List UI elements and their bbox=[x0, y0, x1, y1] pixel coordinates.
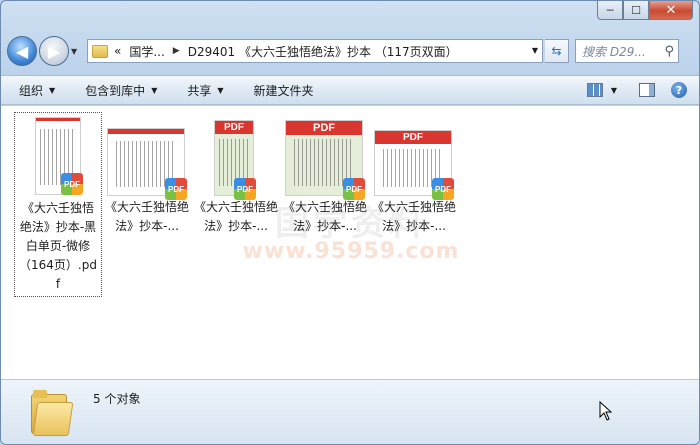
pdf-icon: PDF bbox=[343, 178, 365, 200]
share-button[interactable]: 共享 ▼ bbox=[187, 82, 223, 99]
chevron-down-icon[interactable]: ▼ bbox=[611, 86, 617, 95]
mouse-cursor-icon bbox=[599, 401, 613, 421]
breadcrumb-current-folder[interactable]: D29401 《大六壬独悟绝法》抄本 （117页双面） bbox=[188, 43, 458, 60]
file-item[interactable]: PDF PDF 《大六壬独悟绝法》抄本-... bbox=[281, 112, 369, 238]
recent-pages-dropdown[interactable]: ▼ bbox=[71, 47, 81, 56]
file-item[interactable]: PDF PDF 《大六壬独悟绝法》抄本-... bbox=[370, 112, 458, 238]
share-label: 共享 bbox=[187, 83, 212, 98]
command-bar: 组织 ▼ 包含到库中 ▼ 共享 ▼ 新建文件夹 ▼ ? bbox=[1, 75, 699, 105]
close-button[interactable]: ✕ bbox=[649, 1, 693, 20]
folder-icon bbox=[31, 386, 74, 436]
file-item[interactable]: PDF 《大六壬独悟绝法》抄本-... bbox=[103, 112, 191, 238]
explorer-window: ─ ☐ ✕ ◀ ▶ ▼ « 国学... ▶ D29401 《大六壬独悟绝法》抄本… bbox=[0, 0, 700, 445]
organize-button[interactable]: 组织 ▼ bbox=[19, 82, 55, 99]
search-input[interactable]: 搜索 D29... ⚲ bbox=[575, 39, 679, 63]
pdf-icon: PDF bbox=[165, 178, 187, 200]
chevron-right-icon[interactable]: ▶ bbox=[173, 46, 180, 56]
file-name: 《大六壬独悟绝法》抄本-... bbox=[105, 200, 190, 233]
forward-button[interactable]: ▶ bbox=[39, 36, 69, 66]
minimize-button[interactable]: ─ bbox=[597, 1, 623, 20]
item-count: 5 个对象 bbox=[93, 392, 141, 406]
file-item[interactable]: PDF PDF 《大六壬独悟绝法》抄本-... bbox=[192, 112, 280, 238]
file-thumbnail: PDF bbox=[15, 113, 101, 199]
file-item[interactable]: PDF 《大六壬独悟绝法》抄本-黑白单页-微修（164页）.pdf bbox=[14, 112, 102, 297]
help-icon[interactable]: ? bbox=[671, 82, 687, 98]
include-in-library-label: 包含到库中 bbox=[85, 83, 146, 98]
new-folder-label: 新建文件夹 bbox=[253, 83, 314, 98]
chevron-down-icon: ▼ bbox=[49, 85, 56, 95]
maximize-button[interactable]: ☐ bbox=[623, 1, 649, 20]
chevron-down-icon: ▼ bbox=[217, 85, 224, 95]
file-name: 《大六壬独悟绝法》抄本-... bbox=[283, 200, 368, 233]
file-name: 《大六壬独悟绝法》抄本-黑白单页-微修（164页）.pdf bbox=[19, 201, 97, 291]
file-thumbnail: PDF PDF bbox=[192, 112, 280, 200]
include-in-library-button[interactable]: 包含到库中 ▼ bbox=[85, 82, 157, 99]
view-controls: ▼ ? bbox=[586, 82, 687, 98]
chevron-down-icon: ▼ bbox=[151, 85, 158, 95]
details-pane: 5 个对象 bbox=[1, 379, 699, 444]
organize-label: 组织 bbox=[19, 83, 44, 98]
search-icon[interactable]: ⚲ bbox=[664, 44, 674, 59]
file-name: 《大六壬独悟绝法》抄本-... bbox=[194, 200, 279, 233]
pdf-icon: PDF bbox=[432, 178, 454, 200]
address-bar[interactable]: « 国学... ▶ D29401 《大六壬独悟绝法》抄本 （117页双面） ▼ bbox=[87, 39, 543, 63]
refresh-button[interactable]: ⇆ bbox=[545, 39, 569, 63]
search-placeholder: 搜索 D29... bbox=[582, 44, 646, 59]
file-thumbnail: PDF PDF bbox=[281, 112, 369, 200]
breadcrumb-guoxue[interactable]: 国学... bbox=[129, 43, 164, 60]
chevron-down-icon[interactable]: ▼ bbox=[532, 46, 538, 55]
watermark-url: www.95959.com bbox=[242, 239, 460, 264]
breadcrumb-overflow[interactable]: « bbox=[114, 44, 121, 58]
pdf-icon: PDF bbox=[234, 178, 256, 200]
file-thumbnail: PDF bbox=[103, 112, 191, 200]
pdf-icon: PDF bbox=[61, 173, 83, 195]
preview-pane-icon[interactable] bbox=[639, 83, 655, 97]
file-list[interactable]: 国学资料 www.95959.com PDF 《大六壬独悟绝法》抄本-黑白单页-… bbox=[1, 106, 699, 379]
navigation-bar: ◀ ▶ ▼ « 国学... ▶ D29401 《大六壬独悟绝法》抄本 （117页… bbox=[7, 31, 695, 71]
folder-icon bbox=[92, 44, 108, 58]
change-view-icon[interactable] bbox=[586, 83, 603, 97]
caption-buttons: ─ ☐ ✕ bbox=[597, 1, 693, 20]
new-folder-button[interactable]: 新建文件夹 bbox=[254, 82, 314, 99]
back-button[interactable]: ◀ bbox=[7, 36, 37, 66]
file-name: 《大六壬独悟绝法》抄本-... bbox=[372, 200, 457, 233]
file-thumbnail: PDF PDF bbox=[370, 112, 458, 200]
